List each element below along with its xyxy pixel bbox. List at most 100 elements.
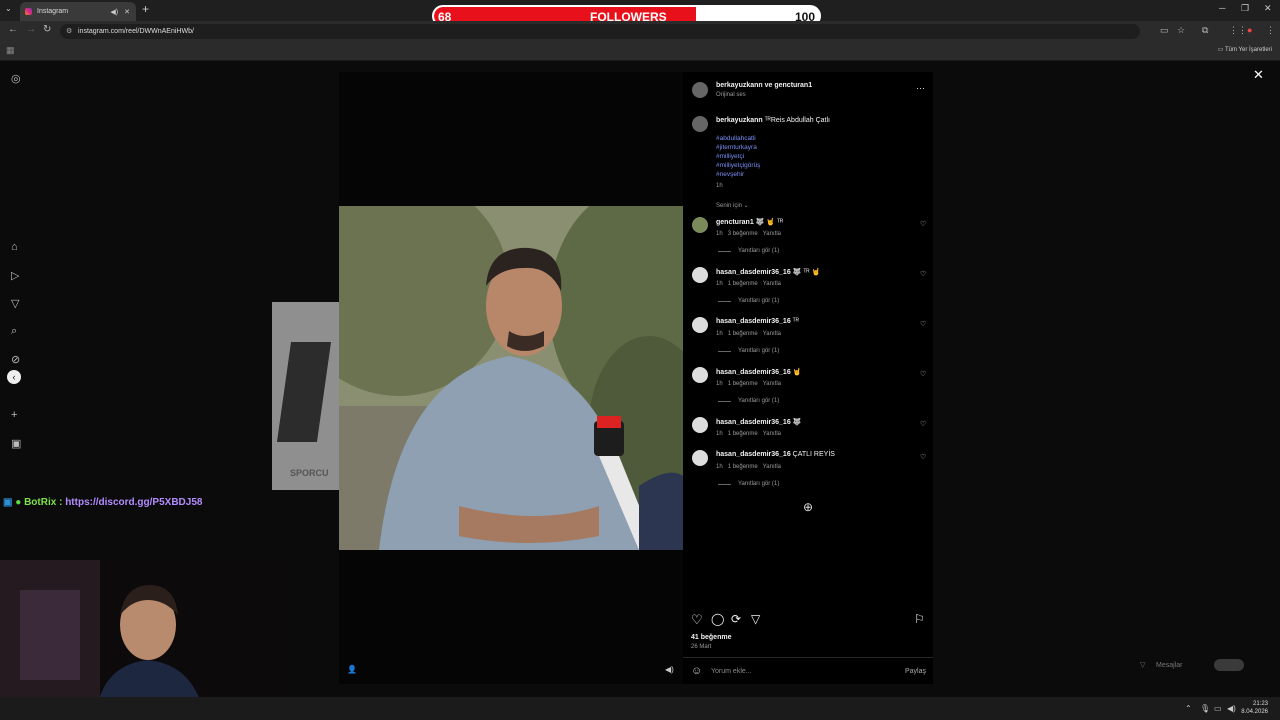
more-options-icon[interactable]: ··· [916,83,925,93]
browser-tab[interactable]: Instagram ◀) ✕ [20,2,136,21]
avatar[interactable] [692,82,708,98]
view-replies-button[interactable]: Yanıtları gör (1) [738,348,779,354]
tray-overflow-icon[interactable]: ⌃ [1185,704,1192,713]
view-replies-button[interactable]: Yanıtları gör (1) [738,481,779,487]
like-comment-icon[interactable]: ♡ [920,370,926,378]
tab-groups-icon[interactable]: ⋮⋮ [1229,25,1247,36]
view-replies-button[interactable]: Yanıtları gör (1) [738,398,779,404]
avatar[interactable] [692,450,708,466]
tagged-people-icon[interactable]: 👤 [347,665,357,674]
comment-user[interactable]: hasan_dasdemir36_16 [716,318,791,325]
like-comment-icon[interactable]: ♡ [920,270,926,278]
explore-icon[interactable]: ⊘ [11,353,20,366]
avatar[interactable] [692,217,708,233]
save-icon[interactable]: ⚐ [914,612,925,626]
reply-button[interactable]: Yanıtla [763,231,781,237]
avatar[interactable] [692,116,708,132]
tab-search-icon[interactable]: ⌄ [5,4,12,13]
view-replies-button[interactable]: Yanıtları gör (1) [738,298,779,304]
discord-link[interactable]: https://discord.gg/P5XBDJ58 [65,497,202,508]
reel-video-frame[interactable] [339,206,683,550]
system-clock[interactable]: 21:23 8.04.2026 [1241,700,1268,716]
reply-button[interactable]: Yanıtla [763,281,781,287]
hashtag[interactable]: #milliyetçi [716,153,744,160]
comment-input[interactable]: Yorum ekle... [711,668,752,675]
share-icon[interactable]: ▽ [751,612,760,626]
streamer-webcam-image [0,560,285,720]
forward-icon[interactable]: → [26,24,36,35]
direct-messages-icon[interactable]: ▽ [11,297,19,310]
hashtag[interactable]: #abdullahcatli [716,135,756,142]
comment-user[interactable]: hasan_dasdemir36_16 [716,451,791,458]
close-tab-icon[interactable]: ✕ [124,8,130,16]
network-icon[interactable]: ▭ [1214,704,1222,713]
hashtag[interactable]: #nevşehir [716,171,744,178]
dashboard-icon[interactable]: ▣ [11,437,21,450]
previous-reel-thumbnail[interactable]: SPORCU [272,302,339,490]
comment-likes[interactable]: 1 beğenme [728,281,758,287]
hashtag[interactable]: #milliyetçigörüş [716,162,760,169]
reply-button[interactable]: Yanıtla [763,464,781,470]
search-icon[interactable]: ⌕ [11,325,17,338]
comment-likes[interactable]: 3 beğenme [728,231,758,237]
like-comment-icon[interactable]: ♡ [920,320,926,328]
avatar[interactable] [692,317,708,333]
home-icon[interactable]: ⌂ [11,241,18,253]
caption-user[interactable]: berkayuzkann [716,117,763,124]
cast-icon[interactable]: ▭ [1160,25,1169,36]
site-info-icon[interactable]: ⚙ [66,27,72,35]
back-icon[interactable]: ← [8,24,18,35]
window-close-icon[interactable]: ✕ [1264,3,1272,14]
like-icon[interactable]: ♡ [691,612,703,628]
create-icon[interactable]: + [11,409,17,421]
volume-icon[interactable]: ◀) [1227,704,1236,713]
comment-user[interactable]: hasan_dasdemir36_16 [716,369,791,376]
comment-icon[interactable]: ◯ [711,612,724,626]
mute-icon[interactable]: ◀) [665,665,674,674]
comment-user[interactable]: gencturan1 [716,219,754,226]
new-tab-button[interactable]: + [142,2,149,16]
all-bookmarks-button[interactable]: ▭ Tüm Yer İşaretleri [1218,46,1272,53]
audio-label[interactable]: Orijinal ses [716,92,746,98]
comment-likes[interactable]: 1 beğenme [728,464,758,470]
load-more-comments-icon[interactable]: ⊕ [803,500,813,514]
like-comment-icon[interactable]: ♡ [920,420,926,428]
reply-button[interactable]: Yanıtla [763,381,781,387]
comment-sort-dropdown[interactable]: Senin için ⌄ [716,202,749,209]
bookmark-star-icon[interactable]: ☆ [1177,25,1185,36]
close-icon[interactable]: ✕ [1253,67,1264,83]
avatar[interactable] [692,267,708,283]
reply-button[interactable]: Yanıtla [763,431,781,437]
reload-icon[interactable]: ↻ [43,24,51,35]
messages-widget[interactable]: ▽ Mesajlar [1136,656,1278,676]
previous-reel-arrow-icon[interactable]: ‹ [7,370,21,384]
like-comment-icon[interactable]: ♡ [920,220,926,228]
microphone-icon[interactable]: 🎙 [1200,704,1210,713]
speaker-icon[interactable]: ◀) [110,8,118,16]
instagram-logo-icon[interactable]: ◎ [11,72,21,85]
extensions-icon[interactable]: ⧉ [1202,25,1208,36]
apps-grid-icon[interactable]: ▦ [6,45,15,56]
avatar[interactable] [692,367,708,383]
comment-user[interactable]: hasan_dasdemir36_16 [716,419,791,426]
maximize-icon[interactable]: ❐ [1241,3,1249,14]
comment-likes[interactable]: 1 beğenme [728,381,758,387]
emoji-icon[interactable]: ☺ [691,665,702,677]
repost-icon[interactable]: ⟳ [731,612,741,626]
view-replies-button[interactable]: Yanıtları gör (1) [738,248,779,254]
browser-menu-icon[interactable]: ⋮ [1266,25,1275,36]
comment-likes[interactable]: 1 beğenme [728,431,758,437]
hashtag[interactable]: #jitemturkayra [716,144,757,151]
profile-icon[interactable]: ● [1247,25,1252,35]
url-field[interactable]: ⚙ instagram.com/reel/DWWnAEniHWb/ [60,24,1140,39]
post-header-user[interactable]: berkayuzkann ve gencturan1 [716,82,812,89]
minimize-icon[interactable]: ─ [1219,3,1225,13]
reply-button[interactable]: Yanıtla [763,331,781,337]
reels-icon[interactable]: ▷ [11,269,19,282]
like-count[interactable]: 41 beğenme [691,634,731,641]
comment-likes[interactable]: 1 beğenme [728,331,758,337]
like-comment-icon[interactable]: ♡ [920,453,926,461]
share-comment-button[interactable]: Paylaş [905,668,926,675]
avatar[interactable] [692,417,708,433]
comment-user[interactable]: hasan_dasdemir36_16 [716,269,791,276]
